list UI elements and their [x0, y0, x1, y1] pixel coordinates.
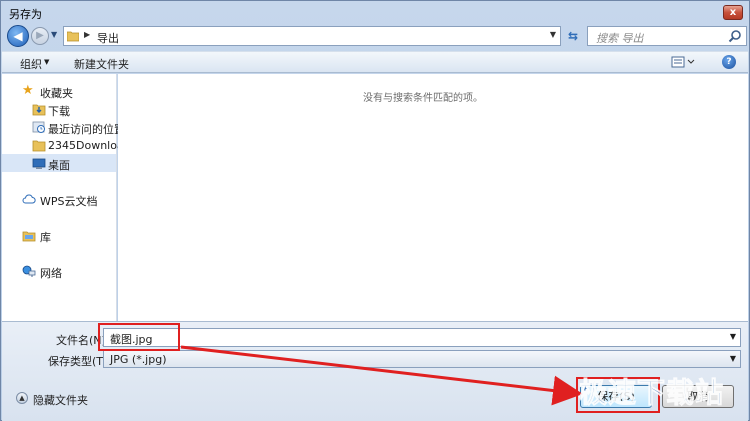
chevron-right-icon[interactable]: ▶ [84, 30, 90, 39]
filename-field[interactable]: 截图.jpg ▼ [103, 328, 741, 347]
sidebar-item-label: 下载 [48, 105, 70, 118]
sidebar-item-network[interactable]: 网络 [2, 262, 116, 280]
sidebar-item-label: 最近访问的位置 [48, 123, 125, 136]
sidebar-item-2345download[interactable]: 2345Download [2, 136, 131, 154]
desktop-icon [32, 158, 46, 169]
search-placeholder: 搜索 导出 [596, 32, 644, 45]
filetype-label: 保存类型(T): [48, 355, 112, 368]
chevron-down-icon[interactable]: ▼ [44, 58, 49, 66]
breadcrumb[interactable]: 导出 [97, 30, 119, 46]
chevron-up-icon[interactable]: ▲ [16, 392, 28, 404]
empty-results-message: 没有与搜索条件匹配的项。 [363, 93, 483, 104]
filetype-select[interactable]: JPG (*.jpg) ▼ [103, 350, 741, 368]
recent-places-icon [32, 121, 45, 133]
address-bar[interactable]: ▶ 导出 ▼ [63, 26, 561, 46]
save-button[interactable]: 保存(S) [580, 385, 652, 408]
close-button[interactable]: x [723, 5, 743, 20]
cancel-button[interactable]: 取消 [662, 385, 734, 408]
window-title: 另存为 [9, 8, 42, 21]
new-folder-button[interactable]: 新建文件夹 [74, 56, 129, 72]
sidebar-item-label: 网络 [40, 267, 62, 280]
chevron-down-icon[interactable]: ▼ [730, 354, 736, 363]
filename-label: 文件名(N): [56, 334, 110, 347]
command-toolbar: 组织 ▼ 新建文件夹 ? [2, 51, 748, 73]
chevron-down-icon[interactable]: ▼ [730, 332, 736, 341]
filetype-value: JPG (*.jpg) [110, 353, 167, 366]
save-as-dialog: 另存为 x ◀ ▶ ▼ ▶ 导出 ▼ ⇆ 搜索 导出 组织 ▼ 新建文件夹 ? … [0, 0, 750, 421]
organize-button[interactable]: 组织 [20, 56, 42, 72]
star-icon: ★ [22, 83, 34, 98]
view-options-icon[interactable] [670, 55, 696, 69]
title-bar: 另存为 x [1, 1, 749, 23]
navigation-pane: ★ 收藏夹 下载 最近访问的位置 2345Download 桌面 WPS云文档 … [2, 74, 131, 321]
save-options-panel: 文件名(N): 截图.jpg ▼ 保存类型(T): JPG (*.jpg) ▼ … [2, 321, 748, 421]
downloads-folder-icon [32, 104, 46, 116]
file-list-pane[interactable]: 没有与搜索条件匹配的项。 [118, 74, 748, 321]
sidebar-item-desktop[interactable]: 桌面 [2, 154, 116, 172]
chevron-down-icon[interactable]: ▼ [550, 30, 556, 39]
search-input[interactable]: 搜索 导出 [587, 26, 747, 46]
history-dropdown-icon[interactable]: ▼ [51, 30, 57, 39]
network-icon [22, 265, 36, 277]
folder-icon [67, 31, 79, 42]
sidebar-item-library[interactable]: 库 [2, 226, 116, 244]
hide-folders-label[interactable]: 隐藏文件夹 [33, 392, 88, 408]
sidebar-item-label: 桌面 [48, 159, 70, 172]
sidebar-item-label: WPS云文档 [40, 195, 98, 208]
filename-value[interactable]: 截图.jpg [110, 331, 153, 347]
forward-button[interactable]: ▶ [31, 27, 49, 45]
library-icon [22, 231, 36, 242]
cloud-icon [22, 194, 36, 204]
folder-icon [32, 140, 46, 152]
sidebar-item-wps-cloud[interactable]: WPS云文档 [2, 190, 116, 208]
refresh-icon[interactable]: ⇆ [563, 26, 583, 46]
help-button[interactable]: ? [722, 55, 736, 69]
back-button[interactable]: ◀ [7, 25, 29, 47]
sidebar-item-label: 库 [40, 231, 51, 244]
search-icon[interactable] [728, 29, 742, 43]
sidebar-item-recent-places[interactable]: 最近访问的位置 [2, 118, 125, 136]
navigation-bar: ◀ ▶ ▼ ▶ 导出 ▼ ⇆ 搜索 导出 [5, 25, 747, 47]
